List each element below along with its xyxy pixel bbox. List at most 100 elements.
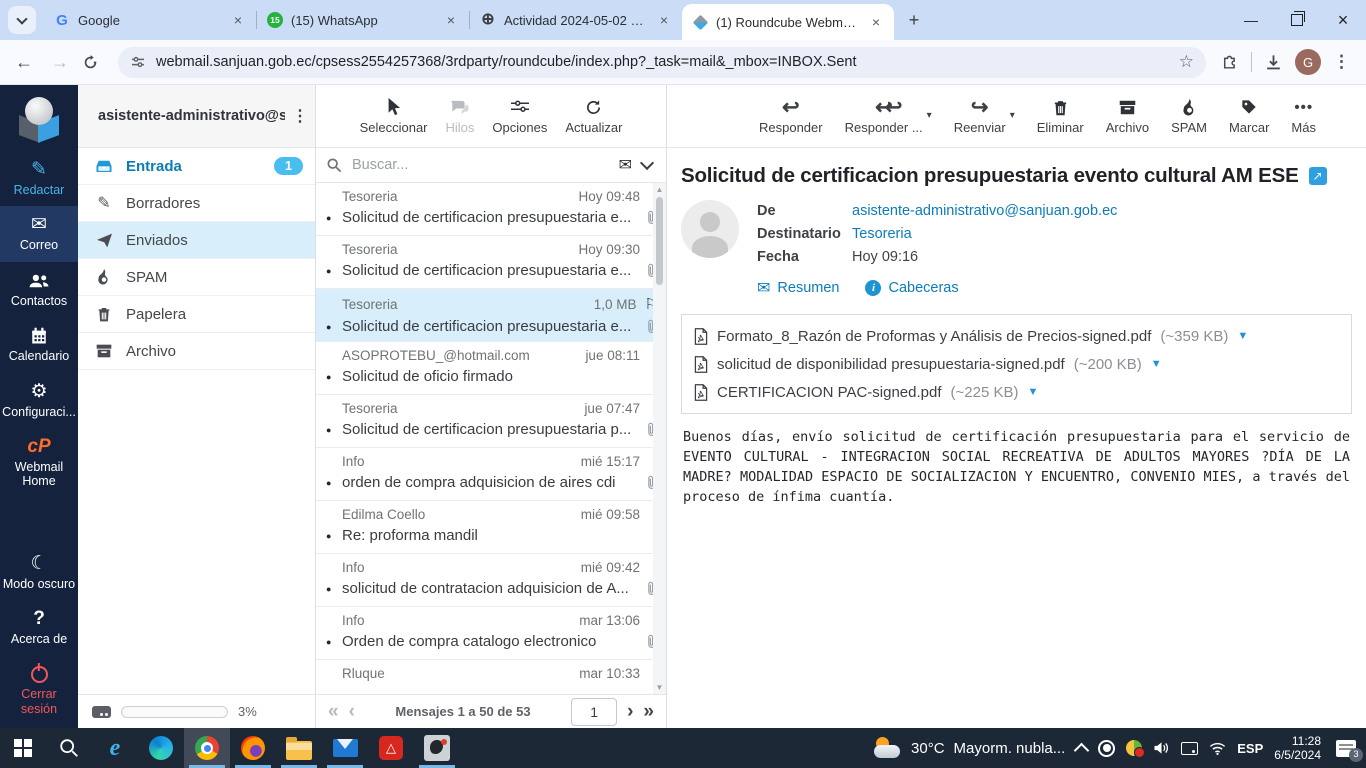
close-tab-icon[interactable]: × <box>656 12 672 28</box>
sidebar-item-calendario[interactable]: Calendario <box>0 317 78 372</box>
more-button[interactable]: ••• Más <box>1291 97 1316 136</box>
taskbar-java-app[interactable] <box>414 728 460 768</box>
refresh-button[interactable]: Actualizar <box>565 97 622 135</box>
attachment-item[interactable]: CERTIFICACION PAC-signed.pdf (~225 KB) ▼ <box>694 378 1339 406</box>
close-tab-icon[interactable]: × <box>443 12 459 28</box>
list-item[interactable]: Info mié 09:42 ● solicitud de contratacion… <box>316 554 666 607</box>
forward-button[interactable]: ↪ Reenviar <box>954 96 1006 136</box>
mark-button[interactable]: Marcar <box>1229 97 1269 135</box>
tab-search-button[interactable] <box>8 6 36 34</box>
headers-link[interactable]: i Cabeceras <box>865 280 959 296</box>
list-item[interactable]: ASOPROTEBU_@hotmail.com jue 08:11 ● Solici… <box>316 342 666 395</box>
archive-button[interactable]: Archivo <box>1106 97 1149 135</box>
antivirus-tray-icon[interactable] <box>1126 740 1146 758</box>
taskbar-weather[interactable]: 30°C Mayorm. nubla... <box>874 737 1065 759</box>
to-address-link[interactable]: Tesoreria <box>852 223 912 246</box>
profile-avatar[interactable]: G <box>1295 49 1321 75</box>
window-minimize-button[interactable]: — <box>1228 0 1274 40</box>
page-number-input[interactable] <box>571 697 618 726</box>
sidebar-item-contactos[interactable]: Contactos <box>0 262 78 317</box>
close-tab-icon[interactable]: × <box>230 12 246 28</box>
reply-button[interactable]: ↩ Responder <box>759 96 823 136</box>
address-bar[interactable]: webmail.sanjuan.gob.ec/cpsess2554257368/… <box>118 46 1206 78</box>
summary-link[interactable]: ✉ Resumen <box>757 278 839 298</box>
taskbar-firefox[interactable] <box>230 728 276 768</box>
page-last-button[interactable]: » <box>643 701 654 723</box>
folder-enviados[interactable]: Enviados <box>78 222 315 259</box>
folder-entrada[interactable]: Entrada 1 <box>78 148 315 185</box>
threads-button[interactable]: Hilos <box>446 97 474 135</box>
new-tab-button[interactable]: + <box>900 6 928 34</box>
record-tray-icon[interactable] <box>1098 739 1116 757</box>
taskbar-chrome[interactable] <box>184 728 230 768</box>
cast-tray-icon[interactable] <box>1181 741 1199 755</box>
list-item[interactable]: Tesoreria Hoy 09:48 ● Solicitud de certifi… <box>316 183 666 236</box>
site-settings-icon[interactable] <box>130 54 146 70</box>
tab-roundcube-active[interactable]: (1) Roundcube Webmail :: Envia × <box>682 4 894 40</box>
list-item[interactable]: Rluque mar 10:33 <box>316 660 666 690</box>
chevron-down-icon[interactable]: ▾ <box>1010 110 1015 135</box>
folder-papelera[interactable]: Papelera <box>78 296 315 333</box>
sidebar-item-cerrar-sesion[interactable]: Cerrar sesión <box>0 655 78 728</box>
folder-borradores[interactable]: ✎ Borradores <box>78 185 315 222</box>
scroll-down-icon[interactable]: ▼ <box>656 683 664 692</box>
browser-menu-icon[interactable]: ⋮ <box>1333 52 1350 72</box>
sidebar-item-acerca-de[interactable]: ? Acerca de <box>0 600 78 655</box>
list-scrollbar[interactable]: ▲ ▼ <box>653 183 666 694</box>
taskbar-acrobat[interactable]: △ <box>368 728 414 768</box>
reply-all-button[interactable]: ↩↩ Responder ... <box>845 96 923 136</box>
sidebar-item-webmail-home[interactable]: cP Webmail Home <box>0 428 78 498</box>
tab-actividad[interactable]: ⊕ Actividad 2024-05-02 07:30:00 × <box>470 0 682 40</box>
downloads-icon[interactable] <box>1264 53 1283 72</box>
list-item[interactable]: Tesoreria Hoy 09:30 ● Solicitud de certifi… <box>316 236 666 289</box>
folder-spam[interactable]: SPAM <box>78 259 315 296</box>
chevron-down-icon[interactable] <box>639 155 655 171</box>
scroll-up-icon[interactable]: ▲ <box>656 185 664 194</box>
list-item[interactable]: Edilma Coello mié 09:58 ● Re: proforma man… <box>316 501 666 554</box>
attachment-menu-icon[interactable]: ▼ <box>1237 330 1248 342</box>
extensions-icon[interactable] <box>1220 53 1239 72</box>
taskbar-file-explorer[interactable] <box>276 728 322 768</box>
list-item[interactable]: Tesoreria jue 07:47 ● Solicitud de certifi… <box>316 395 666 448</box>
taskbar-mail[interactable] <box>322 728 368 768</box>
attachment-menu-icon[interactable]: ▼ <box>1027 386 1038 398</box>
folder-menu-icon[interactable]: ⋮ <box>285 106 315 126</box>
list-item[interactable]: Info mar 13:06 ● Orden de compra catalogo … <box>316 607 666 660</box>
sidebar-item-redactar[interactable]: ✎ Redactar <box>0 151 78 206</box>
folder-archivo[interactable]: Archivo <box>78 333 315 370</box>
chevron-down-icon[interactable]: ▾ <box>927 110 932 135</box>
attachment-item[interactable]: Formato_8_Razón de Proformas y Análisis … <box>694 322 1339 350</box>
language-indicator[interactable]: ESP <box>1237 741 1263 756</box>
taskbar-ie[interactable]: e <box>92 728 138 768</box>
spam-button[interactable]: SPAM <box>1171 97 1207 135</box>
forward-button[interactable]: → <box>46 52 74 73</box>
close-tab-icon[interactable]: × <box>868 14 884 30</box>
list-item-selected[interactable]: Tesoreria 1,0 MB ⚐ ● Solicitud de certifica… <box>316 289 666 342</box>
start-button[interactable] <box>0 728 46 768</box>
attachment-menu-icon[interactable]: ▼ <box>1151 358 1162 370</box>
bookmark-star-icon[interactable]: ☆ <box>1179 52 1194 72</box>
scrollbar-thumb[interactable] <box>656 197 663 285</box>
roundcube-logo[interactable] <box>16 97 62 143</box>
window-close-button[interactable]: × <box>1320 0 1366 40</box>
back-button[interactable]: ← <box>10 52 38 73</box>
volume-icon[interactable] <box>1153 741 1170 755</box>
reload-button[interactable] <box>82 54 110 71</box>
open-external-icon[interactable]: ↗ <box>1308 167 1327 185</box>
from-address-link[interactable]: asistente-administrativo@sanjuan.gob.ec <box>852 200 1117 223</box>
page-first-button[interactable]: « <box>328 701 339 723</box>
options-button[interactable]: Opciones <box>492 97 547 135</box>
search-scope-icon[interactable]: ✉ <box>619 155 632 175</box>
attachment-item[interactable]: solicitud de disponibilidad presupuestar… <box>694 350 1339 378</box>
tab-whatsapp[interactable]: 15 (15) WhatsApp × <box>257 0 469 40</box>
sidebar-item-correo[interactable]: ✉ Correo <box>0 206 78 262</box>
page-prev-button[interactable]: ‹ <box>349 701 355 723</box>
wifi-icon[interactable] <box>1209 742 1226 755</box>
taskbar-search-button[interactable] <box>46 728 92 768</box>
taskbar-edge[interactable] <box>138 728 184 768</box>
taskbar-clock[interactable]: 11:28 6/5/2024 <box>1274 734 1321 762</box>
sidebar-item-configuracion[interactable]: ⚙ Configuraci... <box>0 373 78 428</box>
page-next-button[interactable]: › <box>627 701 633 723</box>
tab-google[interactable]: G Google × <box>44 0 256 40</box>
notification-center-icon[interactable]: 3 <box>1336 739 1363 762</box>
